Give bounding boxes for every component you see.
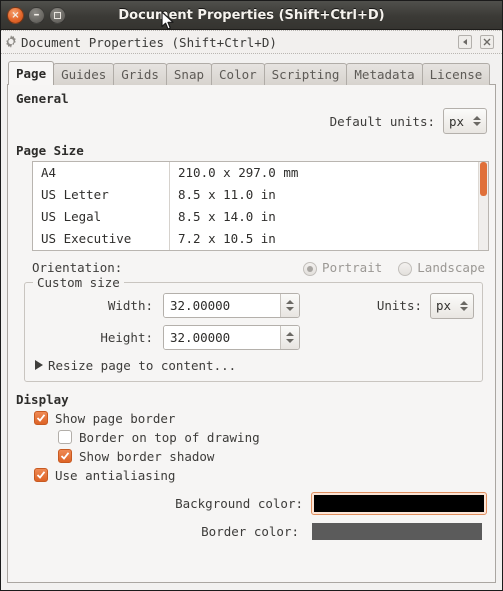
- default-units-combo[interactable]: px: [443, 108, 487, 134]
- units-value: px: [436, 298, 452, 313]
- chevron-updown-icon: [460, 300, 468, 311]
- radio-landscape[interactable]: Landscape: [398, 260, 485, 276]
- orientation-row: Orientation: Portrait Landscape: [32, 260, 485, 276]
- background-color-row: Background color:: [14, 491, 489, 515]
- page-size-dimension-column: 210.0 x 297.0 mm 8.5 x 11.0 in 8.5 x 14.…: [170, 162, 478, 250]
- width-input[interactable]: 32.00000: [164, 294, 280, 317]
- width-row: Width: 32.00000 Units: px: [33, 292, 474, 319]
- page-size-columns: A4 US Letter US Legal US Executive 210.0…: [33, 162, 478, 250]
- scrollbar-thumb[interactable]: [480, 162, 487, 196]
- dialog-content: Page Guides Grids Snap Color Scripting M…: [1, 54, 502, 590]
- page-size-list[interactable]: A4 US Letter US Legal US Executive 210.0…: [32, 161, 489, 251]
- radio-portrait-label: Portrait: [322, 260, 383, 275]
- background-color-swatch: [314, 494, 484, 512]
- tab-license[interactable]: License: [421, 63, 491, 85]
- border-color-label: Border color:: [201, 523, 299, 539]
- list-item-dimensions[interactable]: 8.5 x 11.0 in: [170, 184, 478, 206]
- tab-scripting[interactable]: Scripting: [263, 63, 348, 85]
- background-color-button[interactable]: [311, 491, 487, 515]
- checkbox-checked-icon: [34, 468, 48, 482]
- maximize-glyph: [50, 8, 65, 23]
- units-label: Units:: [376, 298, 422, 313]
- resize-page-expander-label: Resize page to content...: [48, 357, 237, 373]
- list-item-dimensions[interactable]: 7.2 x 10.5 in: [170, 228, 478, 250]
- checkbox-use-antialiasing[interactable]: Use antialiasing: [34, 468, 489, 483]
- checkbox-show-border-shadow[interactable]: Show border shadow: [58, 449, 489, 464]
- checkbox-checked-icon: [58, 449, 72, 463]
- default-units-label: Default units:: [329, 113, 435, 129]
- minimize-window-icon[interactable]: –: [28, 6, 45, 24]
- triangle-right-icon: [35, 360, 43, 370]
- close-window-icon[interactable]: ×: [7, 6, 24, 24]
- general-heading: General: [16, 91, 69, 106]
- width-stepper-icon[interactable]: [280, 294, 299, 317]
- border-color-button[interactable]: [310, 521, 484, 542]
- units-combo[interactable]: px: [430, 292, 474, 319]
- checkbox-label: Show border shadow: [79, 448, 215, 464]
- window-controls: × –: [1, 6, 66, 24]
- height-row: Height: 32.00000: [33, 324, 474, 350]
- background-color-label: Background color:: [175, 495, 303, 511]
- window-title: Document Properties (Shift+Ctrl+D): [118, 7, 385, 23]
- default-units-row: Default units: px: [14, 108, 487, 134]
- tab-bar: Page Guides Grids Snap Color Scripting M…: [7, 59, 496, 85]
- checkbox-label: Border on top of drawing: [79, 429, 260, 445]
- checkbox-border-on-top-of-drawing[interactable]: Border on top of drawing: [58, 430, 489, 445]
- custom-size-frame: Custom size Width: 32.00000 Units: px He…: [24, 274, 483, 382]
- maximize-window-icon[interactable]: [49, 6, 66, 24]
- dialog-title: Document Properties (Shift+Ctrl+D): [21, 34, 277, 50]
- border-color-swatch: [312, 522, 482, 540]
- list-item-dimensions[interactable]: 210.0 x 297.0 mm: [170, 162, 478, 184]
- radio-landscape-label: Landscape: [417, 260, 485, 275]
- checkbox-show-page-border[interactable]: Show page border: [34, 411, 489, 426]
- custom-size-legend: Custom size: [33, 274, 124, 290]
- dialog-header-left: Document Properties (Shift+Ctrl+D): [3, 34, 277, 50]
- document-properties-window: × – Document Properties (Shift+Ctrl+D) D…: [0, 0, 503, 591]
- page-tab-panel: General Default units: px Page Size A4 U: [7, 84, 496, 583]
- height-label: Height:: [100, 329, 153, 345]
- checkbox-label: Show page border: [55, 410, 176, 426]
- radio-portrait[interactable]: Portrait: [303, 260, 382, 276]
- page-size-heading: Page Size: [16, 143, 84, 158]
- height-spinner[interactable]: 32.00000: [163, 324, 300, 350]
- dialog-header: Document Properties (Shift+Ctrl+D): [1, 30, 502, 54]
- close-glyph: ×: [11, 9, 20, 21]
- width-spinner[interactable]: 32.00000: [163, 293, 300, 318]
- tab-snap[interactable]: Snap: [165, 63, 213, 85]
- checkbox-label: Use antialiasing: [55, 467, 176, 483]
- display-heading: Display: [16, 391, 69, 407]
- radio-portrait-indicator: [303, 261, 318, 276]
- list-item[interactable]: US Letter: [33, 184, 169, 206]
- page-size-scrollbar[interactable]: [478, 162, 488, 250]
- tab-color[interactable]: Color: [211, 63, 265, 85]
- height-stepper-icon[interactable]: [280, 325, 299, 349]
- list-item-dimensions[interactable]: 8.5 x 14.0 in: [170, 206, 478, 228]
- checkbox-unchecked-icon: [58, 430, 72, 444]
- border-color-row: Border color:: [14, 521, 489, 542]
- dialog-header-buttons: [458, 35, 498, 49]
- default-units-value: px: [449, 113, 465, 129]
- tab-metadata[interactable]: Metadata: [346, 63, 423, 85]
- list-item[interactable]: US Executive: [33, 228, 169, 250]
- tab-grids[interactable]: Grids: [113, 63, 167, 85]
- minimize-glyph: –: [33, 6, 40, 21]
- resize-page-expander[interactable]: Resize page to content...: [35, 358, 474, 373]
- list-item[interactable]: A4: [33, 162, 169, 184]
- tab-page[interactable]: Page: [8, 61, 55, 85]
- checkbox-checked-icon: [34, 411, 48, 425]
- list-item[interactable]: US Legal: [33, 206, 169, 228]
- gear-icon: [3, 34, 19, 50]
- radio-landscape-indicator: [398, 261, 413, 276]
- dock-left-icon[interactable]: [458, 35, 472, 49]
- tab-guides[interactable]: Guides: [53, 63, 115, 85]
- orientation-label: Orientation:: [32, 260, 123, 276]
- height-input[interactable]: 32.00000: [164, 325, 280, 349]
- width-label: Width:: [107, 298, 153, 313]
- chevron-updown-icon: [473, 116, 481, 126]
- close-dialog-icon[interactable]: [480, 35, 494, 49]
- window-titlebar[interactable]: × – Document Properties (Shift+Ctrl+D): [1, 1, 502, 30]
- page-size-name-column: A4 US Letter US Legal US Executive: [33, 162, 170, 250]
